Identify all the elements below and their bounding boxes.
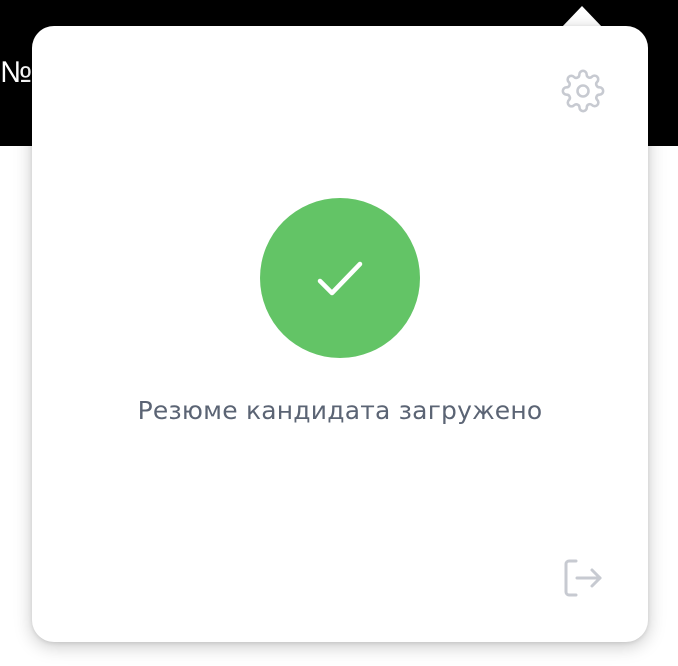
checkmark-icon bbox=[317, 261, 363, 296]
page: № 2 Резюме кандидата загружено bbox=[0, 0, 678, 666]
logout-button[interactable] bbox=[558, 554, 608, 602]
popup-caret bbox=[561, 6, 603, 28]
logout-icon bbox=[564, 559, 602, 597]
gear-icon bbox=[561, 69, 605, 113]
extension-popup: Резюме кандидата загружено bbox=[32, 26, 648, 642]
settings-button[interactable] bbox=[560, 68, 606, 114]
status-message: Резюме кандидата загружено bbox=[137, 396, 543, 425]
success-indicator bbox=[260, 198, 420, 358]
